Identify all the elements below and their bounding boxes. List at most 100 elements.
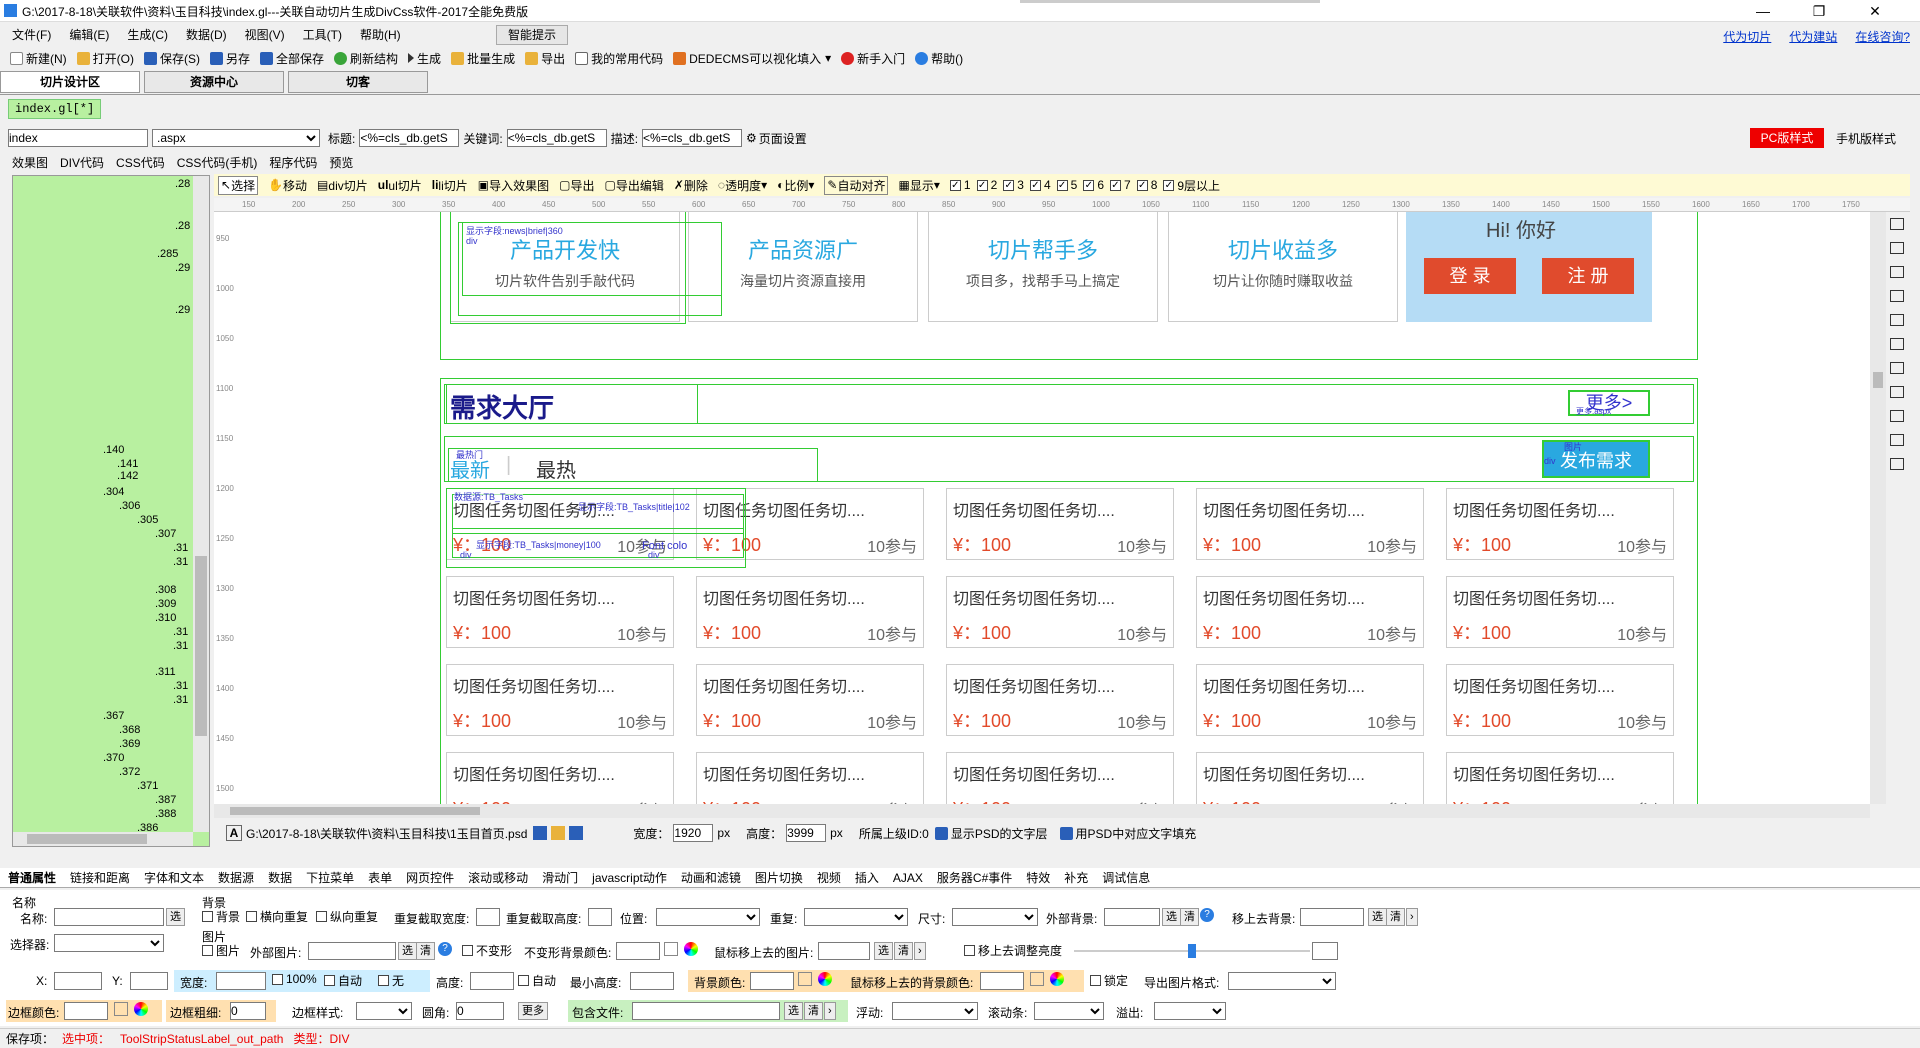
help-icon[interactable]: ? (438, 942, 452, 956)
task-card[interactable]: 切图任务切图任务切.... ¥：100 10参与 (446, 576, 674, 648)
tree-node[interactable]: .28 (175, 220, 190, 232)
export-tool[interactable]: ▢ 导出 (559, 177, 594, 194)
tree-node[interactable]: .368 (119, 724, 140, 736)
canvas-height-input[interactable] (786, 824, 827, 842)
link-build-service[interactable]: 代为建站 (1789, 28, 1837, 45)
external-image-select-button[interactable]: 选 (398, 942, 417, 960)
save-button[interactable]: 保存(S) (144, 50, 200, 67)
select-tool[interactable]: ↖ 选择 (218, 175, 259, 195)
layer-2-toggle[interactable]: 2 (976, 178, 997, 192)
external-image-clear-button[interactable]: 清 (416, 942, 435, 960)
chevron-right-icon[interactable]: › (824, 1002, 836, 1020)
tab-video[interactable]: 视频 (817, 869, 841, 886)
tree-node[interactable]: .31 (173, 556, 188, 568)
layer-tree[interactable]: .28 .28 .285 .29 .29 .140 .141 .142 .304… (12, 175, 210, 847)
extension-select[interactable]: .aspx (152, 129, 320, 147)
align-top-icon[interactable] (1890, 290, 1904, 302)
task-card[interactable]: 切图任务切图任务切.... ¥：100 10参与 (696, 664, 924, 736)
color-wheel-icon[interactable] (1050, 972, 1064, 986)
name-select-button[interactable]: 选 (166, 908, 185, 926)
include-clear-button[interactable]: 清 (804, 1002, 823, 1020)
generate-button[interactable]: 生成 (408, 50, 441, 67)
tab-server-events[interactable]: 服务器C#事件 (937, 869, 1012, 886)
external-bg-select-button[interactable]: 选 (1162, 908, 1181, 926)
include-select-button[interactable]: 选 (784, 1002, 803, 1020)
tree-node[interactable]: .307 (155, 528, 176, 540)
drag-handle[interactable] (1020, 0, 1320, 3)
task-card[interactable]: 切图任务切图任务切.... ¥：100 10参与 (1446, 664, 1674, 736)
task-card[interactable]: 切图任务切图任务切.... ¥：100 10参与 (1196, 576, 1424, 648)
name-input[interactable] (54, 908, 164, 926)
minimize-icon[interactable]: — (1740, 0, 1786, 22)
tree-node[interactable]: .31 (173, 640, 188, 652)
tab-css-mobile[interactable]: CSS代码(手机) (177, 154, 258, 171)
task-card[interactable]: 切图任务切图任务切.... ¥：100 10参与 (446, 664, 674, 736)
refresh-structure-button[interactable]: 刷新结构 (334, 50, 398, 67)
batch-generate-button[interactable]: 批量生成 (451, 50, 515, 67)
y-input[interactable] (130, 972, 168, 990)
tab-hottest[interactable]: 最热 (536, 454, 576, 483)
page-name-input[interactable] (8, 129, 148, 147)
tab-resource-center[interactable]: 资源中心 (144, 71, 284, 93)
tree-node[interactable]: .369 (119, 738, 140, 750)
tab-scroll-move[interactable]: 滚动或移动 (468, 869, 528, 886)
lock-checkbox[interactable]: 锁定 (1090, 972, 1128, 989)
hover-image-input[interactable] (818, 942, 870, 960)
tab-debug[interactable]: 调试信息 (1102, 869, 1150, 886)
save-all-button[interactable]: 全部保存 (260, 50, 324, 67)
tree-node[interactable]: .28 (175, 178, 190, 190)
tab-javascript[interactable]: javascript动作 (592, 869, 667, 886)
task-card[interactable]: 切图任务切图任务切.... ¥：100 10参与 (696, 576, 924, 648)
smart-hint-button[interactable]: 智能提示 (496, 25, 568, 45)
border-width-input[interactable] (230, 1002, 266, 1020)
tab-effect[interactable]: 效果图 (12, 154, 48, 171)
layer-1-toggle[interactable]: 1 (949, 178, 971, 192)
tree-node[interactable]: .305 (137, 514, 158, 526)
tab-datasource[interactable]: 数据源 (218, 869, 254, 886)
tab-insert[interactable]: 插入 (855, 869, 879, 886)
tree-node[interactable]: .31 (173, 680, 188, 692)
color-wheel-icon[interactable] (684, 942, 698, 956)
tree-node[interactable]: .141 (117, 458, 138, 470)
tree-node[interactable]: .367 (103, 710, 124, 722)
font-icon[interactable]: A (226, 825, 242, 841)
new-button[interactable]: 新建(N) (10, 50, 67, 67)
tree-node[interactable]: .29 (175, 304, 190, 316)
distribute-icon[interactable] (1890, 434, 1904, 446)
same-size-icon[interactable] (1890, 410, 1904, 422)
same-height-icon[interactable] (1890, 386, 1904, 398)
hover-image-clear-button[interactable]: 清 (894, 942, 913, 960)
task-card[interactable]: 切图任务切图任务切.... ¥：100 10参与 (1446, 576, 1674, 648)
radius-input[interactable] (456, 1002, 504, 1020)
layer-9-toggle[interactable]: 9层以上 (1163, 177, 1220, 194)
import-image-tool[interactable]: ▣ 导入效果图 (478, 177, 549, 194)
width-auto-checkbox[interactable]: 自动 (324, 972, 362, 989)
align-right-icon[interactable] (1890, 266, 1904, 278)
tab-image-switch[interactable]: 图片切换 (755, 869, 803, 886)
tree-node[interactable]: .370 (103, 752, 124, 764)
tree-node[interactable]: .308 (155, 584, 176, 596)
layer-3-toggle[interactable]: 3 (1003, 178, 1024, 192)
tab-document[interactable]: index.gl[*] (8, 99, 102, 119)
brightness-slider-thumb[interactable] (1188, 944, 1196, 958)
tree-node[interactable]: .285 (157, 248, 178, 260)
chevron-right-icon[interactable]: › (1406, 908, 1418, 926)
external-bg-input[interactable] (1104, 908, 1160, 926)
hover-brightness-checkbox[interactable]: 移上去调整亮度 (964, 942, 1062, 959)
tree-node[interactable]: .386 (137, 822, 158, 834)
help-button[interactable]: 帮助() (915, 50, 963, 67)
tab-web-control[interactable]: 网页控件 (406, 869, 454, 886)
float-select[interactable] (892, 1002, 978, 1020)
align-middle-icon[interactable] (1890, 314, 1904, 326)
selector-select[interactable] (54, 934, 164, 952)
color-wheel-icon[interactable] (134, 1002, 148, 1016)
auto-align-tool[interactable]: ✎ 自动对齐 (824, 175, 889, 195)
more-button[interactable]: 更多 (518, 1002, 548, 1020)
tree-node[interactable]: .311 (155, 666, 176, 678)
open-button[interactable]: 打开(O) (76, 50, 134, 67)
size-select[interactable] (952, 908, 1038, 926)
bg-color-input[interactable] (750, 972, 794, 990)
tree-node[interactable]: .387 (155, 794, 176, 806)
image-tool-icon[interactable] (1890, 458, 1904, 470)
canvas-vscroll-thumb[interactable] (1873, 372, 1883, 388)
